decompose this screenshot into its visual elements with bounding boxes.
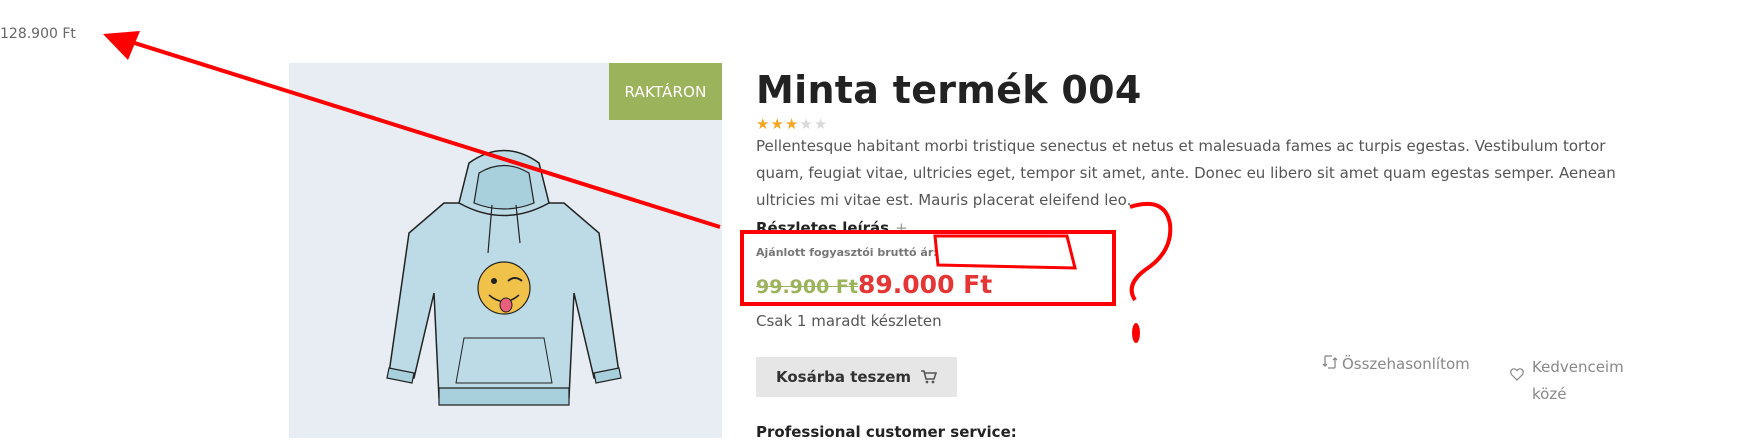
cart-icon <box>921 370 937 384</box>
sale-price: 89.000 Ft <box>858 270 993 299</box>
annotation-question-dot <box>1132 323 1140 343</box>
favorites-link[interactable]: Kedvenceim közé <box>1510 354 1640 408</box>
rrp-label: Ajánlott fogyasztói bruttó ár: <box>756 246 938 259</box>
annotation-question-mark <box>1129 201 1173 302</box>
star-icon: ★ <box>756 115 771 133</box>
star-icon: ★ <box>784 115 800 133</box>
corner-price: 128.900 Ft <box>0 26 76 42</box>
details-plus-icon: + <box>895 219 908 237</box>
rating-stars: ★★★★★ <box>756 117 828 132</box>
annotation-scribble <box>933 234 1077 270</box>
stock-note: Csak 1 maradt készleten <box>756 312 942 330</box>
details-toggle[interactable]: Részletes leírás + <box>756 219 908 237</box>
product-title: Minta termék 004 <box>756 68 1142 112</box>
heart-icon <box>1510 368 1524 381</box>
compare-link[interactable]: Összehasonlítom <box>1322 354 1470 374</box>
add-to-cart-label: Kosárba teszem <box>776 368 911 386</box>
star-icon: ★ <box>799 115 814 133</box>
hoodie-illustration <box>386 149 622 406</box>
annotation-arrow-head <box>103 31 140 60</box>
compare-label: Összehasonlítom <box>1342 355 1470 373</box>
details-label: Részletes leírás <box>756 219 890 237</box>
compare-icon <box>1322 354 1338 374</box>
stock-badge: RAKTÁRON <box>609 63 722 120</box>
product-description: Pellentesque habitant morbi tristique se… <box>756 137 1616 209</box>
favorites-label: Kedvenceim közé <box>1532 358 1624 403</box>
star-icon: ★ <box>813 115 829 133</box>
old-price: 99.900 Ft <box>756 276 858 298</box>
add-to-cart-button[interactable]: Kosárba teszem <box>756 357 957 397</box>
service-heading: Professional customer service: <box>756 423 1017 441</box>
product-image[interactable]: RAKTÁRON <box>289 63 722 438</box>
star-icon: ★ <box>770 115 785 133</box>
